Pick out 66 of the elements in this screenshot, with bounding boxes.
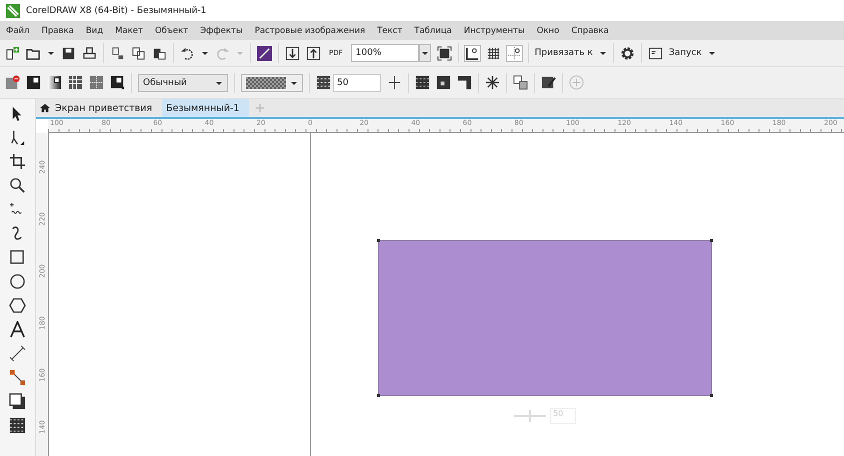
- checker-icon: [316, 75, 331, 90]
- app-logo-icon: [6, 4, 20, 18]
- fill-icon[interactable]: [415, 75, 430, 90]
- rulers-icon[interactable]: [464, 46, 480, 60]
- launch-dropdown[interactable]: Запуск: [668, 48, 702, 58]
- gradient-transparency-icon[interactable]: [47, 75, 62, 90]
- document-tab[interactable]: Экран приветствия: [36, 99, 162, 117]
- menu-item[interactable]: Файл: [6, 26, 30, 36]
- dimension-tool-icon[interactable]: [9, 345, 26, 362]
- zoom-dropdown[interactable]: 100%: [350, 44, 419, 62]
- menu-item[interactable]: Справка: [571, 26, 609, 36]
- new-document-icon[interactable]: [5, 46, 20, 60]
- save-icon[interactable]: [61, 46, 76, 60]
- caret-icon[interactable]: [201, 49, 209, 57]
- ellipse-tool-icon[interactable]: [9, 273, 26, 290]
- pattern-dropdown[interactable]: [241, 74, 303, 92]
- fill-outline-icon[interactable]: [457, 75, 472, 90]
- export-icon[interactable]: [306, 46, 321, 60]
- copy-icon[interactable]: [131, 46, 146, 60]
- undo-icon[interactable]: [180, 46, 195, 60]
- rect-tool-icon[interactable]: [9, 249, 26, 266]
- menu-item[interactable]: Вид: [86, 26, 104, 36]
- no-transparency-icon[interactable]: [5, 75, 20, 90]
- transparency-field[interactable]: 50: [333, 74, 381, 92]
- caret-icon[interactable]: [598, 49, 607, 57]
- zoom-tool-icon[interactable]: [9, 177, 26, 194]
- bitmap-transparency-icon[interactable]: [89, 75, 104, 90]
- menu-item[interactable]: Таблица: [414, 26, 452, 36]
- home-icon: [40, 103, 50, 113]
- text-tool-icon[interactable]: [9, 321, 26, 338]
- caret-icon[interactable]: [47, 49, 55, 57]
- snap-to-dropdown[interactable]: Привязать к: [534, 48, 593, 58]
- edit-transparency-icon[interactable]: [541, 75, 556, 90]
- merge-mode-dropdown[interactable]: Обычный: [138, 74, 228, 92]
- copy-transparency-icon[interactable]: [513, 75, 528, 90]
- window-title: CorelDRAW X8 (64-Bit) - Безымянный-1: [26, 6, 206, 16]
- menu-item[interactable]: Объект: [154, 26, 188, 36]
- import-icon[interactable]: [285, 46, 300, 60]
- crop-tool-icon[interactable]: [9, 153, 26, 170]
- guidelines-icon[interactable]: [506, 46, 522, 60]
- texture-transparency-icon[interactable]: [110, 75, 125, 90]
- full-screen-icon[interactable]: [436, 46, 452, 60]
- menu-item[interactable]: Инструменты: [464, 26, 525, 36]
- menu-item[interactable]: Текст: [377, 26, 402, 36]
- grid-icon[interactable]: [486, 46, 501, 60]
- menu-item[interactable]: Макет: [115, 26, 143, 36]
- print-icon[interactable]: [82, 46, 97, 60]
- shadow-tool-icon[interactable]: [9, 393, 26, 410]
- connector-tool-icon[interactable]: [9, 369, 26, 386]
- menu-item[interactable]: Эффекты: [200, 26, 243, 36]
- caret-icon[interactable]: [708, 49, 716, 57]
- launch-icon[interactable]: [648, 46, 663, 60]
- document-tab[interactable]: Безымянный-1: [162, 99, 250, 117]
- transparency-tool-icon[interactable]: [9, 417, 26, 434]
- slider-icon[interactable]: [387, 75, 402, 90]
- menu-item[interactable]: Окно: [536, 26, 560, 36]
- menu-item[interactable]: Правка: [41, 26, 74, 36]
- caret-icon: [420, 49, 429, 57]
- dropdown-button[interactable]: [418, 44, 431, 62]
- settings-icon[interactable]: [620, 46, 635, 60]
- menu-item[interactable]: Растровые изображения: [254, 26, 366, 36]
- outline-icon[interactable]: [436, 75, 451, 90]
- shape-tool-icon[interactable]: [9, 129, 26, 146]
- polygon-tool-icon[interactable]: [9, 297, 26, 314]
- pattern-transparency-icon[interactable]: [68, 75, 83, 90]
- uniform-transparency-icon[interactable]: [26, 75, 41, 90]
